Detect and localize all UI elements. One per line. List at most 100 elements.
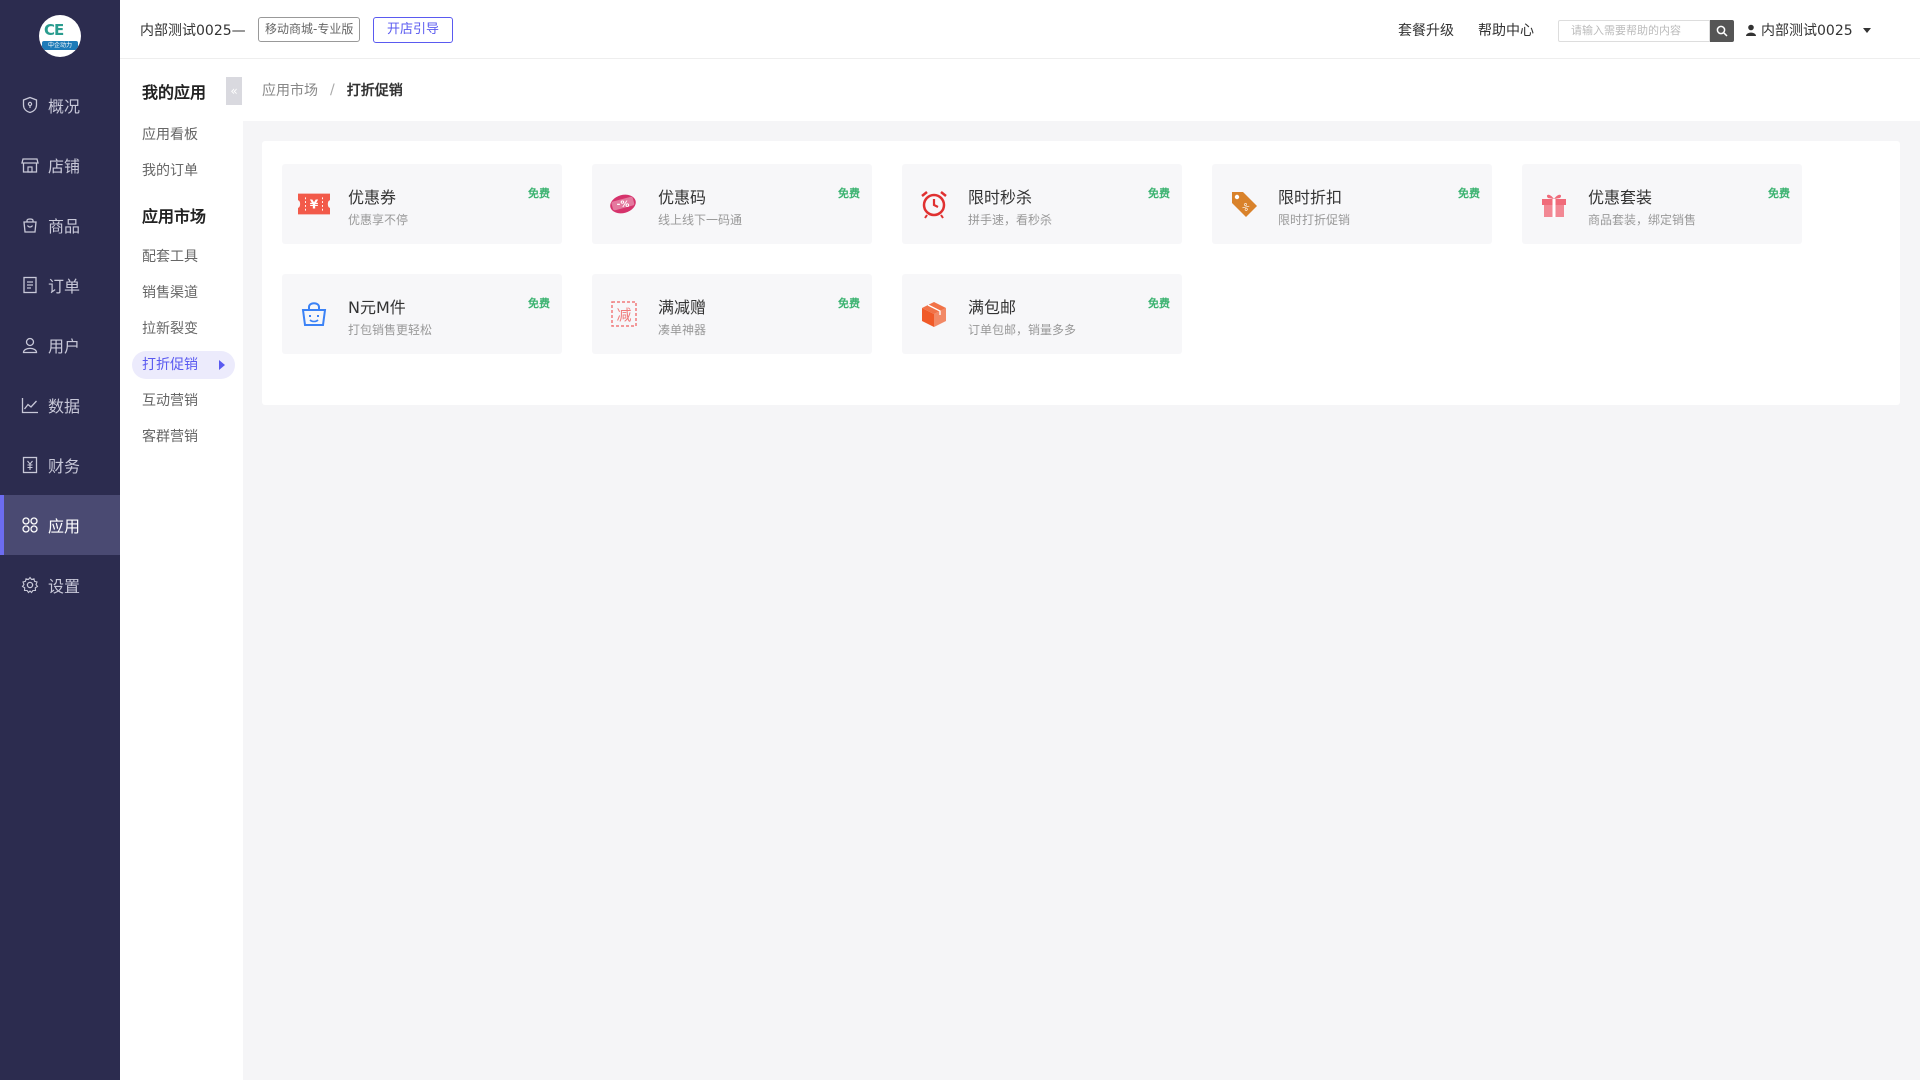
sub-nav-item-group2_items-5[interactable]: 客群营销 — [120, 419, 243, 455]
nav-item-label: 商品 — [48, 217, 81, 236]
sub-nav-item-group2_items-4[interactable]: 互动营销 — [120, 383, 243, 419]
logo-subtext: 中企动力 — [42, 41, 78, 50]
sub-nav-item-label: 拉新裂变 — [142, 321, 198, 337]
coupon-icon: ¥ — [298, 188, 330, 220]
nav-item-4[interactable]: 用户 — [0, 315, 120, 375]
nav-item-6[interactable]: 财务 — [0, 435, 120, 495]
sub-nav-item-group2_items-3[interactable]: 打折促销 — [132, 351, 235, 379]
free-badge: 免费 — [1148, 297, 1170, 310]
svg-text:¥: ¥ — [310, 198, 319, 212]
shop-name: 内部测试0025— — [140, 23, 246, 39]
price-tag-icon: % — [1228, 188, 1260, 220]
app-card[interactable]: 优惠套装 商品套装，绑定销售 免费 — [1522, 164, 1802, 244]
free-badge: 免费 — [528, 297, 550, 310]
nav-item-8[interactable]: 设置 — [0, 555, 120, 615]
sub-nav-item-group2_items-0[interactable]: 配套工具 — [120, 239, 243, 275]
basket-icon — [298, 298, 330, 330]
app-card-desc: 线上线下一码通 — [658, 213, 743, 227]
nav-item-2[interactable]: 商品 — [0, 195, 120, 255]
app-card[interactable]: 减 满减赠 凑单神器 免费 — [592, 274, 872, 354]
app-card-desc: 订单包邮，销量多多 — [968, 323, 1077, 337]
caret-right-icon — [219, 360, 225, 370]
free-badge: 免费 — [838, 297, 860, 310]
svg-text:-%: -% — [617, 200, 630, 210]
app-card-desc: 拼手速，看秒杀 — [968, 213, 1053, 227]
package-box-icon — [918, 298, 950, 330]
sub-nav-item-group1_items-0[interactable]: 应用看板 — [120, 117, 243, 153]
app-card[interactable]: -% 优惠码 线上线下一码通 免费 — [592, 164, 872, 244]
app-grid-panel: ¥ 优惠券 优惠享不停 免费 -% 优惠码 线上线下一码通 免费 限时秒杀 拼手速，看秒杀 免费% 限… — [262, 141, 1900, 405]
nav-item-label: 店铺 — [48, 157, 81, 176]
top-header: 内部测试0025— 移动商城-专业版 开店引导 套餐升级 帮助中心 请输入需要帮… — [120, 0, 1920, 59]
app-market-title: 应用市场 — [142, 207, 207, 226]
breadcrumb-separator: / — [330, 82, 335, 98]
collapse-sidebar-icon[interactable]: « — [226, 77, 242, 105]
discount-stamp-icon: 减 — [608, 298, 640, 330]
app-card[interactable]: ¥ 优惠券优惠享不停 免费 — [282, 164, 562, 244]
sub-nav-item-label: 我的订单 — [142, 163, 198, 179]
search-icon — [1716, 25, 1728, 37]
sub-nav-item-label: 应用看板 — [142, 127, 198, 143]
store-guide-button[interactable]: 开店引导 — [373, 17, 453, 43]
secondary-sidebar: 我的应用 « 应用看板我的订单 应用市场 配套工具销售渠道拉新裂变打折促销互动营… — [120, 59, 243, 1080]
nav-item-label: 应用 — [48, 517, 81, 536]
breadcrumb-current: 打折促销 — [346, 83, 403, 99]
search-button[interactable] — [1710, 20, 1734, 42]
store-icon — [20, 155, 40, 175]
app-card[interactable]: N元M件打包销售更轻松 免费 — [282, 274, 562, 354]
promo-code-icon: -% — [608, 188, 640, 220]
nav-item-label: 概况 — [48, 97, 81, 116]
app-card[interactable]: % 限时折扣限时打折促销 免费 — [1212, 164, 1492, 244]
main-nav: CE 中企动力 概况店铺商品订单 用户数据财务应用设置 — [0, 0, 120, 1080]
app-card-title: 限时秒杀 — [968, 188, 1033, 207]
sub-nav-item-label: 配套工具 — [142, 249, 198, 265]
app-card-title: N元M件 — [348, 298, 406, 317]
sub-nav-item-group1_items-1[interactable]: 我的订单 — [120, 153, 243, 189]
chart-icon — [20, 395, 40, 415]
gift-icon — [1538, 188, 1570, 220]
help-search-input[interactable]: 请输入需要帮助的内容 — [1558, 20, 1710, 42]
nav-item-7[interactable]: 应用 — [0, 495, 120, 555]
bag-icon — [20, 215, 40, 235]
app-card-desc: 打包销售更轻松 — [348, 323, 433, 337]
free-badge: 免费 — [838, 187, 860, 200]
free-badge: 免费 — [1768, 187, 1790, 200]
app-card-title: 限时折扣 — [1278, 188, 1343, 207]
app-card-title: 优惠券 — [348, 188, 397, 207]
svg-text:减: 减 — [616, 306, 631, 324]
nav-item-label: 财务 — [48, 457, 81, 476]
upgrade-link[interactable]: 套餐升级 — [1398, 20, 1454, 40]
chevron-down-icon — [1862, 27, 1871, 33]
nav-item-label: 设置 — [48, 577, 81, 596]
user-menu[interactable]: 内部测试0025 — [1745, 20, 1871, 40]
alarm-clock-icon — [918, 188, 950, 220]
nav-item-0[interactable]: 概况 — [0, 75, 120, 135]
app-card-desc: 优惠享不停 — [348, 213, 409, 227]
sub-nav-item-label: 打折促销 — [142, 357, 198, 373]
logo[interactable]: CE 中企动力 — [0, 0, 120, 72]
order-icon — [20, 275, 40, 295]
app-card[interactable]: 限时秒杀 拼手速，看秒杀 免费 — [902, 164, 1182, 244]
nav-item-1[interactable]: 店铺 — [0, 135, 120, 195]
nav-item-label: 数据 — [48, 397, 81, 416]
free-badge: 免费 — [528, 187, 550, 200]
app-card-desc: 限时打折促销 — [1278, 213, 1351, 227]
help-center-link[interactable]: 帮助中心 — [1478, 20, 1534, 40]
app-card[interactable]: 满包邮订单包邮，销量多多 免费 — [902, 274, 1182, 354]
my-apps-title: 我的应用 — [142, 83, 207, 102]
user-icon — [1746, 24, 1756, 36]
logo-icon: CE 中企动力 — [39, 15, 81, 57]
sub-nav-item-group2_items-1[interactable]: 销售渠道 — [120, 275, 243, 311]
plan-badge: 移动商城-专业版 — [258, 17, 361, 42]
free-badge: 免费 — [1458, 187, 1480, 200]
app-card-title: 优惠套装 — [1588, 188, 1653, 207]
sub-nav-item-label: 互动营销 — [142, 393, 198, 409]
app-card-title: 满包邮 — [968, 298, 1017, 317]
breadcrumb-parent[interactable]: 应用市场 — [262, 80, 318, 100]
nav-item-5[interactable]: 数据 — [0, 375, 120, 435]
nav-item-3[interactable]: 订单 — [0, 255, 120, 315]
sub-nav-item-group2_items-2[interactable]: 拉新裂变 — [120, 311, 243, 347]
shield-icon — [20, 95, 40, 115]
sub-nav-item-label: 销售渠道 — [142, 285, 198, 301]
app-card-desc: 凑单神器 — [658, 323, 707, 337]
